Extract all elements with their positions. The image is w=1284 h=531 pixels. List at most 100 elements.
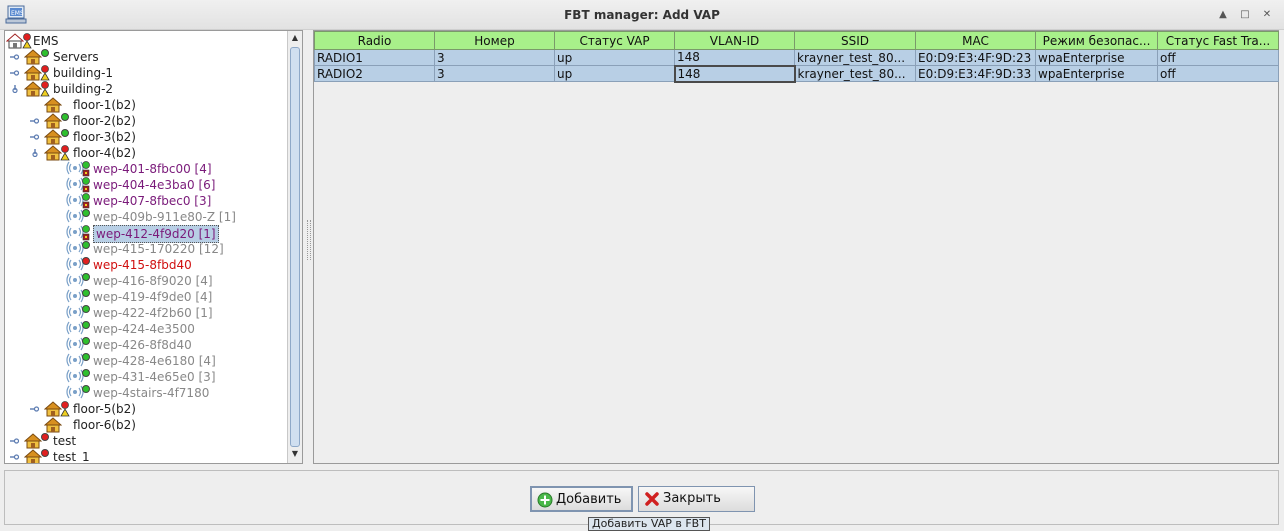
collapse-toggle-icon[interactable]: [30, 133, 40, 141]
column-header[interactable]: MAC: [915, 31, 1036, 50]
tree-item[interactable]: wep-424-4e3500: [5, 321, 285, 337]
tree-item[interactable]: wep-4stairs-4f7180: [5, 385, 285, 401]
tree-item-icon: [23, 449, 43, 463]
column-header[interactable]: SSID: [794, 31, 916, 50]
tree-item[interactable]: wep-422-4f2b60 [1]: [5, 305, 285, 321]
window-title: FBT manager: Add VAP: [564, 8, 720, 22]
tree-item[interactable]: floor-3(b2): [5, 129, 285, 145]
plus-circle-icon: [537, 492, 553, 508]
tree-item-label: wep-4stairs-4f7180: [93, 386, 210, 400]
table-cell[interactable]: wpaEnterprise: [1035, 65, 1158, 82]
table-cell[interactable]: 148: [674, 49, 795, 66]
close-button[interactable]: Закрыть: [638, 486, 755, 512]
collapse-toggle-icon[interactable]: [10, 453, 20, 461]
table-cell[interactable]: 3: [434, 65, 555, 82]
table-cell[interactable]: RADIO2: [314, 65, 435, 82]
table-cell[interactable]: RADIO1: [314, 49, 435, 66]
tree-item[interactable]: floor-6(b2): [5, 417, 285, 433]
status-green-icon: [41, 49, 49, 57]
scroll-down-icon[interactable]: ▼: [290, 449, 300, 459]
column-header[interactable]: Номер: [434, 31, 555, 50]
tree-item[interactable]: test_1: [5, 449, 285, 463]
column-header[interactable]: Статус Fast Tra...: [1157, 31, 1279, 50]
collapse-toggle-icon[interactable]: [30, 405, 40, 413]
table-cell[interactable]: off: [1157, 65, 1279, 82]
status-green-icon: [61, 129, 69, 137]
table-cell[interactable]: E0:D9:E3:4F:9D:33: [915, 65, 1036, 82]
table-row[interactable]: RADIO1 3 up 148 krayner_test_80... E0:D9:E3:4…: [314, 49, 1279, 66]
tree-vertical-scrollbar[interactable]: ▲ ▼: [287, 31, 302, 463]
collapse-toggle-icon[interactable]: [10, 437, 20, 445]
tree-item-label: floor-3(b2): [73, 130, 136, 144]
tree-item[interactable]: floor-2(b2): [5, 113, 285, 129]
expand-toggle-icon[interactable]: [10, 85, 20, 93]
tree-item[interactable]: building-1: [5, 65, 285, 81]
collapse-toggle-icon[interactable]: [10, 69, 20, 77]
scroll-up-icon[interactable]: ▲: [290, 33, 300, 43]
roll-up-icon[interactable]: ▲: [1215, 7, 1231, 23]
table-cell[interactable]: up: [554, 49, 675, 66]
status-green-icon: [82, 273, 90, 281]
device-tree-panel: EMS Servers building-1 building-2 floor-1(b2…: [4, 30, 303, 464]
table-cell[interactable]: 148: [673, 64, 796, 83]
tree-item-label: wep-422-4f2b60 [1]: [93, 306, 213, 320]
table-header-row: Radio Номер Статус VAP VLAN-ID SSID MAC Режим …: [314, 31, 1279, 50]
tree-item[interactable]: wep-419-4f9de0 [4]: [5, 289, 285, 305]
status-green-icon: [82, 289, 90, 297]
table-cell[interactable]: wpaEnterprise: [1035, 49, 1158, 66]
tree-item[interactable]: floor-1(b2): [5, 97, 285, 113]
vap-table-panel: Radio Номер Статус VAP VLAN-ID SSID MAC Режим …: [313, 30, 1279, 464]
tree-item[interactable]: wep-428-4e6180 [4]: [5, 353, 285, 369]
tree-item[interactable]: wep-404-4e3ba0 [6]: [5, 177, 285, 193]
tree-item[interactable]: wep-409b-911e80-Z [1]: [5, 209, 285, 225]
table-row[interactable]: RADIO2 3 up 148 krayner_test_80... E0:D9:E3:4…: [314, 64, 1279, 83]
column-header[interactable]: Статус VAP: [554, 31, 675, 50]
panel-splitter[interactable]: [305, 30, 313, 464]
tree-item[interactable]: wep-415-170220 [12]: [5, 241, 285, 257]
close-window-icon[interactable]: ✕: [1259, 7, 1275, 23]
tree-item[interactable]: wep-415-8fbd40: [5, 257, 285, 273]
maximize-icon[interactable]: □: [1237, 7, 1253, 23]
column-header[interactable]: Radio: [314, 31, 435, 50]
splitter-grip[interactable]: [307, 220, 311, 260]
table-cell[interactable]: krayner_test_80...: [794, 49, 916, 66]
tree-item-label: wep-424-4e3500: [93, 322, 195, 336]
tree-item[interactable]: wep-416-8f9020 [4]: [5, 273, 285, 289]
column-header[interactable]: Режим безопас...: [1035, 31, 1158, 50]
tree-item-label: test_1: [53, 450, 90, 463]
vap-table[interactable]: Radio Номер Статус VAP VLAN-ID SSID MAC Режим …: [314, 31, 1279, 83]
status-locked-icon: [82, 177, 90, 193]
tree-item[interactable]: test: [5, 433, 285, 449]
status-red-icon: [41, 433, 49, 441]
table-cell[interactable]: off: [1157, 49, 1279, 66]
device-tree[interactable]: EMS Servers building-1 building-2 floor-1(b2…: [5, 31, 286, 463]
table-cell[interactable]: 3: [434, 49, 555, 66]
tree-item[interactable]: wep-401-8fbc00 [4]: [5, 161, 285, 177]
tree-item[interactable]: EMS: [5, 33, 285, 49]
tree-item[interactable]: wep-426-8f8d40: [5, 337, 285, 353]
status-alarm-icon: [60, 145, 70, 161]
status-locked-icon: [82, 225, 90, 241]
tree-item[interactable]: building-2: [5, 81, 285, 97]
tree-item[interactable]: floor-4(b2): [5, 145, 285, 161]
column-header[interactable]: VLAN-ID: [674, 31, 795, 50]
expand-toggle-icon[interactable]: [30, 149, 40, 157]
tree-item[interactable]: wep-407-8fbec0 [3]: [5, 193, 285, 209]
tree-item[interactable]: Servers: [5, 49, 285, 65]
title-bar: EMS FBT manager: Add VAP ▲ □ ✕: [0, 0, 1284, 30]
scrollbar-thumb[interactable]: [290, 47, 300, 447]
status-green-icon: [61, 113, 69, 121]
house-icon: [23, 433, 43, 449]
collapse-toggle-icon[interactable]: [10, 53, 20, 61]
table-cell[interactable]: E0:D9:E3:4F:9D:23: [915, 49, 1036, 66]
tree-item[interactable]: floor-5(b2): [5, 401, 285, 417]
table-cell[interactable]: up: [554, 65, 675, 82]
tree-item[interactable]: wep-412-4f9d20 [1]: [5, 225, 285, 243]
tree-item[interactable]: wep-431-4e65e0 [3]: [5, 369, 285, 385]
house-icon: [43, 417, 63, 433]
add-button[interactable]: Добавить: [530, 486, 633, 512]
table-cell[interactable]: krayner_test_80...: [794, 65, 916, 82]
tree-item-label: wep-404-4e3ba0 [6]: [93, 178, 216, 192]
tree-item-label: floor-2(b2): [73, 114, 136, 128]
collapse-toggle-icon[interactable]: [30, 117, 40, 125]
